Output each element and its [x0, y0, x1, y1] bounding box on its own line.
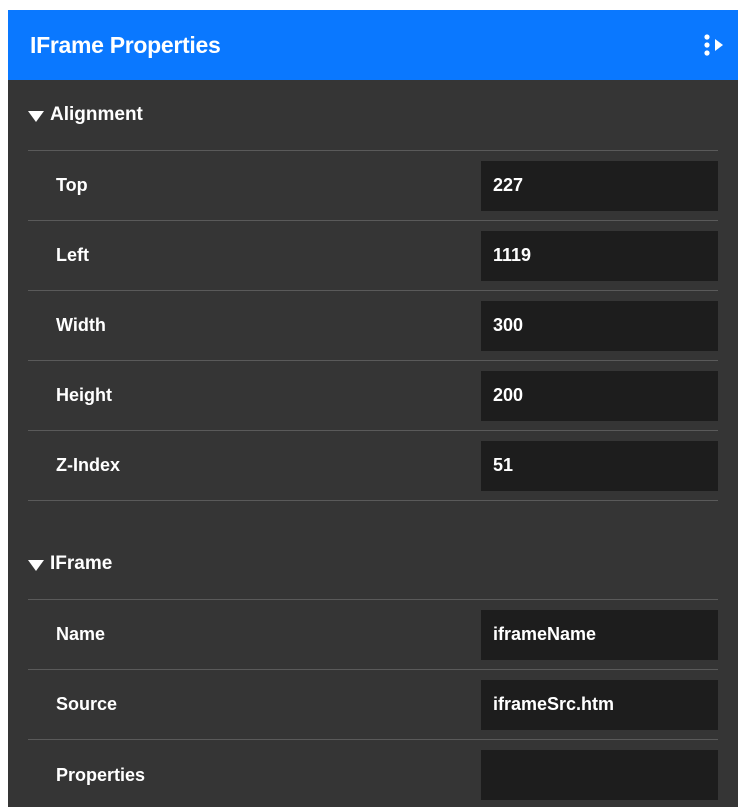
section-title-alignment: Alignment: [50, 104, 143, 125]
properties-input[interactable]: [481, 750, 718, 800]
property-row-width: Width: [28, 291, 718, 361]
property-label-top: Top: [56, 175, 88, 195]
property-label-left: Left: [56, 245, 89, 265]
caret-down-icon: [28, 110, 44, 122]
panel-title: IFrame Properties: [30, 31, 221, 58]
property-label-z-index: Z-Index: [56, 455, 121, 475]
property-label-width: Width: [56, 315, 106, 335]
source-input[interactable]: [481, 679, 718, 730]
panel-header: IFrame Properties: [8, 10, 738, 80]
name-input[interactable]: [481, 609, 718, 660]
z-index-input[interactable]: [481, 440, 718, 491]
property-label-source: Source: [56, 694, 118, 714]
section-title-iframe: IFrame: [50, 553, 113, 574]
property-label-properties: Properties: [56, 764, 146, 785]
property-label-name: Name: [56, 624, 106, 644]
section-header-alignment[interactable]: Alignment: [8, 80, 738, 150]
property-row-source: Source: [28, 670, 718, 740]
width-input[interactable]: [481, 300, 718, 351]
more-vertical-arrow-icon: [704, 34, 723, 56]
property-row-height: Height: [28, 361, 718, 431]
property-row-name: Name: [28, 600, 718, 670]
height-input[interactable]: [481, 370, 718, 421]
property-row-top: Top: [28, 151, 718, 221]
property-row-z-index: Z-Index: [28, 431, 718, 501]
property-label-height: Height: [56, 385, 112, 405]
left-input[interactable]: [481, 230, 718, 281]
property-row-properties: Properties: [28, 740, 718, 807]
panel-menu-button[interactable]: [700, 28, 728, 62]
alignment-rows: Top Left Width Height Z-Index: [28, 150, 718, 501]
iframe-properties-panel: IFrame Properties Alignment Top Left Wid…: [8, 10, 738, 807]
property-row-left: Left: [28, 221, 718, 291]
iframe-rows: Name Source Properties: [28, 599, 718, 807]
top-input[interactable]: [481, 160, 718, 211]
caret-down-icon: [28, 559, 44, 571]
section-header-iframe[interactable]: IFrame: [8, 529, 738, 599]
